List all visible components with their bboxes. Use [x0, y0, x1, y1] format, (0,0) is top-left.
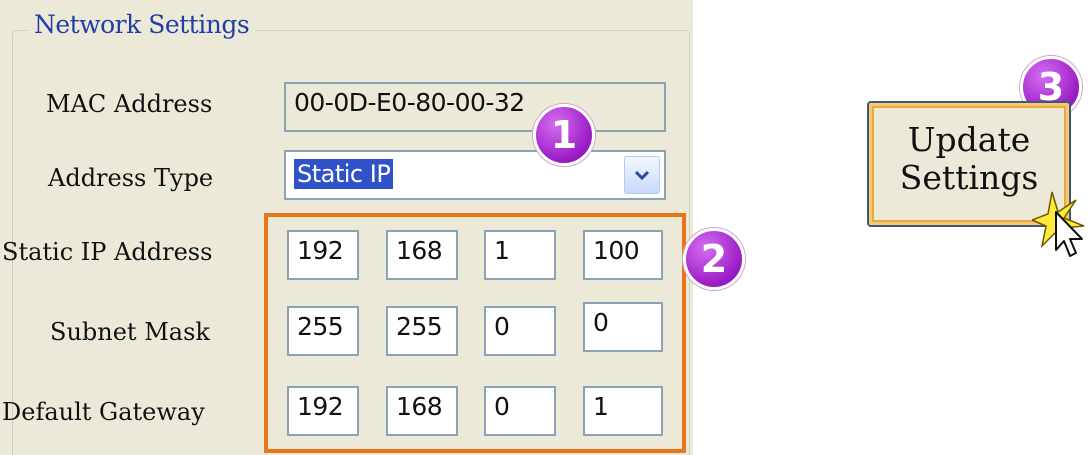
click-cursor-icon [1032, 191, 1085, 257]
step-badge-1: 1 [533, 104, 595, 166]
mac-address-label: MAC Address [46, 90, 213, 118]
subnet-mask-label: Subnet Mask [50, 318, 210, 346]
network-settings-panel: Network Settings MAC Address 00-0D-E0-80… [0, 0, 693, 455]
step-badge-2: 2 [683, 228, 745, 290]
stage: Network Settings MAC Address 00-0D-E0-80… [0, 0, 1089, 455]
ip-settings-highlight [264, 213, 686, 453]
address-type-select[interactable]: Static IP [284, 150, 666, 200]
mac-address-field: 00-0D-E0-80-00-32 [284, 82, 666, 132]
chevron-down-icon [634, 170, 650, 181]
dropdown-arrow-button[interactable] [624, 156, 660, 194]
static-ip-label: Static IP Address [2, 238, 213, 266]
default-gateway-label: Default Gateway [2, 398, 205, 426]
group-title: Network Settings [28, 10, 256, 39]
address-type-label: Address Type [48, 164, 214, 192]
address-type-selected-value: Static IP [294, 159, 394, 189]
update-settings-line1: Update [907, 120, 1031, 159]
